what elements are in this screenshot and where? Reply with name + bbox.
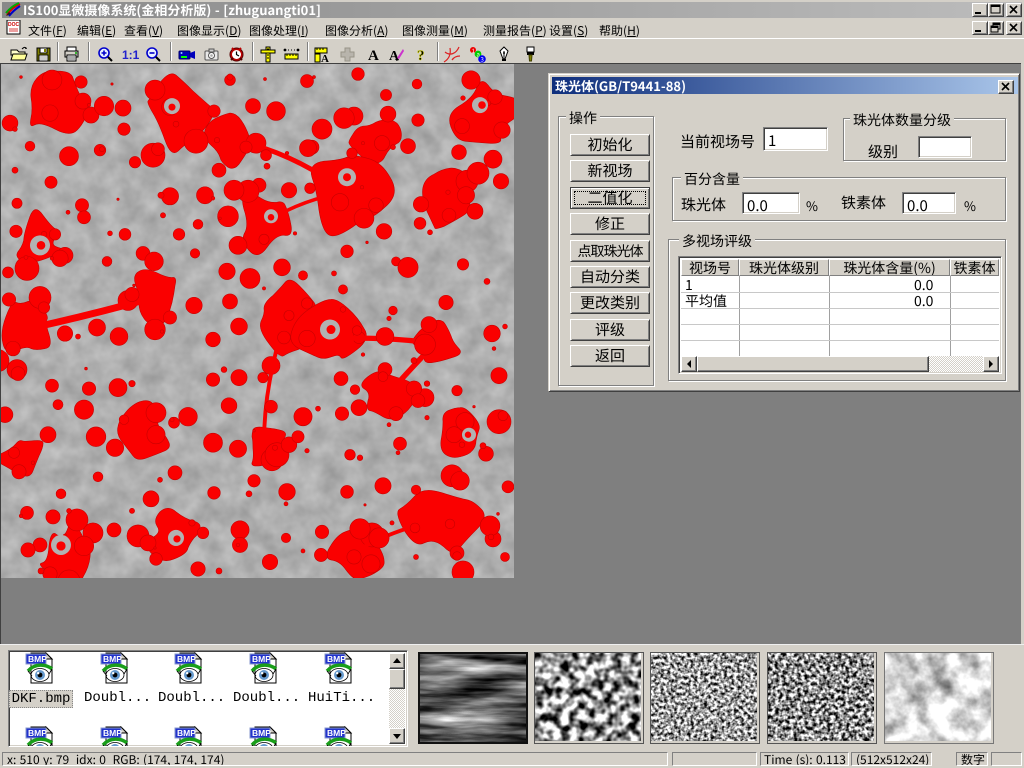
svg-text:BMP: BMP	[177, 728, 196, 738]
svg-text:BMP: BMP	[327, 728, 346, 738]
svg-text:BMP: BMP	[103, 728, 122, 738]
svg-text:a: a	[477, 50, 480, 59]
svg-text:?: ?	[417, 48, 425, 63]
svg-text:BMP: BMP	[327, 654, 346, 664]
svg-text:DOC: DOC	[8, 22, 20, 28]
svg-text:1: 1	[472, 46, 475, 55]
svg-text:A: A	[321, 53, 329, 63]
svg-text:BMP: BMP	[252, 728, 271, 738]
svg-text:BMP: BMP	[177, 654, 196, 664]
svg-text:BMP: BMP	[252, 654, 271, 664]
svg-text:A: A	[368, 48, 379, 63]
svg-text:3: 3	[481, 55, 484, 64]
svg-text:BMP: BMP	[28, 654, 47, 664]
svg-text:1:1: 1:1	[122, 48, 139, 62]
svg-text:BMP: BMP	[28, 728, 47, 738]
svg-text:BMP: BMP	[103, 654, 122, 664]
